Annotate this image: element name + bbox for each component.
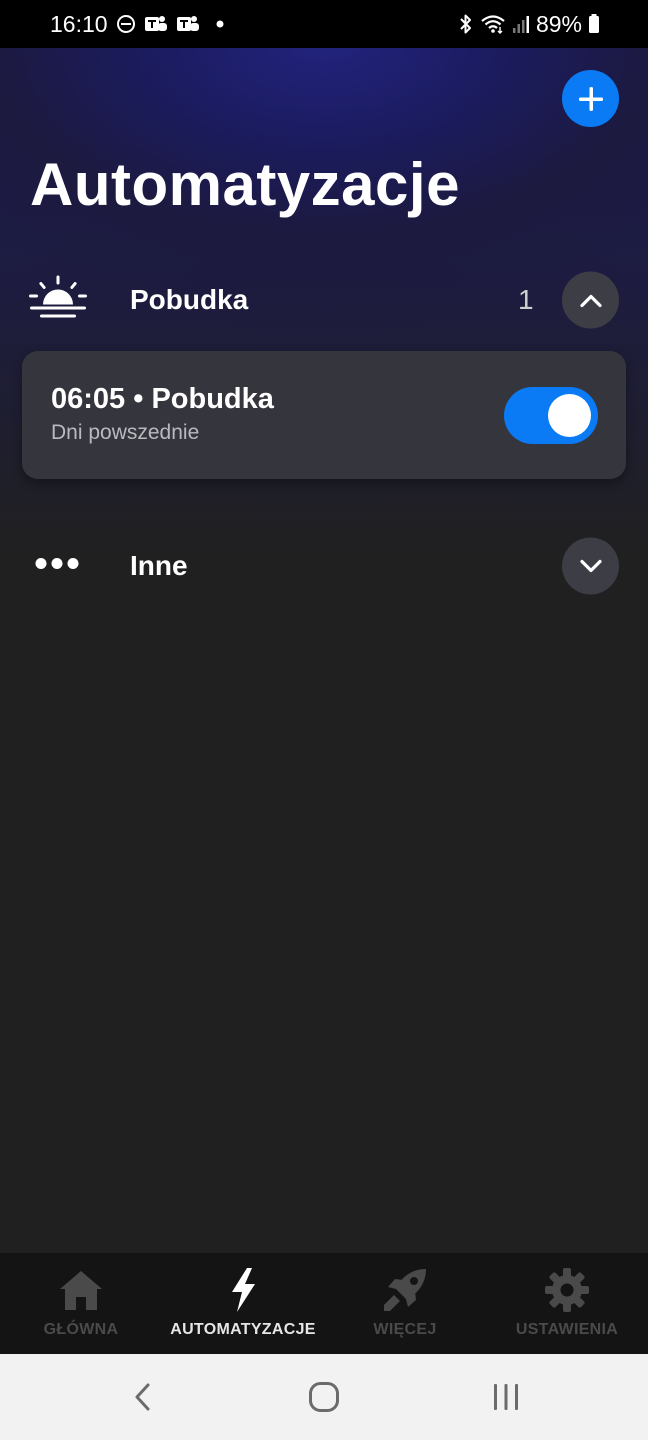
system-recents-button[interactable] bbox=[476, 1374, 536, 1420]
status-right: 89% bbox=[458, 0, 600, 48]
group-label-pobudka: Pobudka bbox=[130, 284, 249, 315]
system-back-button[interactable] bbox=[113, 1374, 173, 1420]
group-label-inne: Inne bbox=[130, 550, 188, 581]
group-header-inne[interactable]: Inne bbox=[0, 531, 648, 601]
nav-item-settings[interactable]: USTAWIENIA bbox=[486, 1253, 648, 1354]
battery-percent: 89% bbox=[535, 10, 582, 37]
status-bar: 16:10 89% bbox=[0, 0, 648, 48]
system-nav-bar bbox=[0, 1354, 648, 1440]
lightning-icon bbox=[218, 1265, 268, 1315]
toggle-knob bbox=[548, 394, 591, 437]
status-left: 16:10 bbox=[50, 0, 224, 48]
dnd-icon bbox=[116, 14, 136, 34]
recents-icon bbox=[491, 1383, 521, 1411]
expand-group-button[interactable] bbox=[562, 537, 619, 595]
rocket-icon bbox=[380, 1265, 430, 1315]
nav-item-more[interactable]: WIĘCEJ bbox=[324, 1253, 486, 1354]
chevron-down-icon bbox=[579, 558, 603, 574]
page-title: Automatyzacje bbox=[30, 151, 460, 218]
gear-icon bbox=[542, 1265, 592, 1315]
signal-icon bbox=[512, 14, 530, 34]
home-circle-icon bbox=[308, 1381, 340, 1413]
add-automation-button[interactable] bbox=[562, 70, 619, 127]
automation-schedule: Dni powszednie bbox=[51, 421, 200, 444]
status-time: 16:10 bbox=[50, 10, 108, 37]
system-home-button[interactable] bbox=[294, 1374, 354, 1420]
nav-label-more: WIĘCEJ bbox=[373, 1321, 437, 1338]
plus-icon bbox=[577, 85, 605, 113]
group-header-pobudka[interactable]: Pobudka 1 bbox=[0, 265, 648, 335]
back-icon bbox=[133, 1382, 153, 1412]
teams-icon bbox=[144, 14, 168, 34]
wifi-icon bbox=[480, 13, 506, 35]
group-count: 1 bbox=[518, 284, 534, 315]
automation-toggle[interactable] bbox=[504, 387, 598, 444]
nav-label-settings: USTAWIENIA bbox=[515, 1321, 619, 1338]
dot-icon bbox=[216, 20, 224, 28]
home-icon bbox=[56, 1265, 106, 1315]
bottom-nav: GŁÓWNA AUTOMATYZACJE WIĘCEJ USTAWIENIA bbox=[0, 1253, 648, 1354]
battery-icon bbox=[588, 14, 600, 34]
automation-card[interactable]: 06:05 • Pobudka Dni powszednie bbox=[22, 351, 626, 479]
chevron-up-icon bbox=[579, 292, 603, 308]
automation-title: 06:05 • Pobudka bbox=[51, 383, 274, 415]
nav-item-home[interactable]: GŁÓWNA bbox=[0, 1253, 162, 1354]
teams-icon bbox=[176, 14, 200, 34]
nav-label-automations: AUTOMATYZACJE bbox=[170, 1321, 316, 1338]
bluetooth-icon bbox=[458, 13, 474, 35]
nav-item-automations[interactable]: AUTOMATYZACJE bbox=[162, 1253, 324, 1354]
collapse-group-button[interactable] bbox=[562, 271, 619, 329]
more-dots-icon bbox=[34, 557, 80, 576]
automations-screen: 16:10 89% Automatyzacje Pobudka 1 06:05 … bbox=[0, 0, 648, 1440]
sunrise-icon bbox=[28, 275, 88, 326]
nav-label-home: GŁÓWNA bbox=[43, 1321, 119, 1338]
